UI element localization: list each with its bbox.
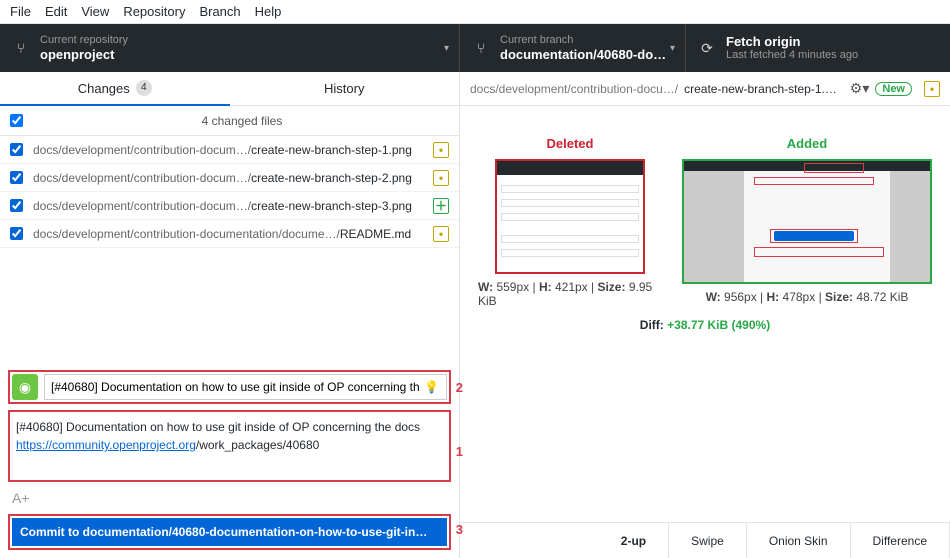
commit-description[interactable]: [#40680] Documentation on how to use git… bbox=[8, 410, 451, 482]
file-checkbox[interactable] bbox=[10, 199, 23, 212]
commit-button-wrap: Commit to documentation/40680-documentat… bbox=[8, 514, 451, 550]
menu-help[interactable]: Help bbox=[255, 4, 282, 19]
avatar: ◉ bbox=[12, 374, 38, 400]
toolbar: ⑂ Current repository openproject ▾ ⑂ Cur… bbox=[0, 24, 950, 72]
file-row[interactable]: docs/development/contribution-documentat… bbox=[0, 220, 459, 248]
annotation-2: 2 bbox=[456, 380, 463, 395]
file-path: docs/development/contribution-docum…/cre… bbox=[33, 199, 427, 213]
fetch-button[interactable]: ⟳ Fetch origin Last fetched 4 minutes ag… bbox=[686, 24, 950, 72]
menu-repository[interactable]: Repository bbox=[123, 4, 185, 19]
added-thumbnail bbox=[682, 159, 932, 284]
git-branch-icon: ⑂ bbox=[12, 40, 30, 56]
file-status-icon: • bbox=[433, 226, 449, 242]
file-checkbox[interactable] bbox=[10, 171, 23, 184]
file-path: docs/development/contribution-documentat… bbox=[33, 227, 427, 241]
desc-line-1: [#40680] Documentation on how to use git… bbox=[16, 418, 443, 436]
desc-link[interactable]: https://community.openproject.org bbox=[16, 438, 196, 452]
files-header-text: 4 changed files bbox=[35, 114, 449, 128]
deleted-label: Deleted bbox=[547, 136, 594, 151]
chevron-down-icon: ▾ bbox=[670, 43, 675, 54]
commit-summary-row: ◉ 💡 2 bbox=[8, 370, 451, 404]
tab-changes[interactable]: Changes 4 bbox=[0, 72, 230, 106]
fetch-label: Fetch origin bbox=[726, 34, 858, 50]
git-branch-icon: ⑂ bbox=[472, 40, 490, 56]
file-path: docs/development/contribution-docum…/cre… bbox=[33, 171, 427, 185]
diff-view: Deleted W: 559px | H: 421px | Size: 9.95 bbox=[460, 106, 950, 522]
files-header: 4 changed files bbox=[0, 106, 459, 136]
viewtab-difference[interactable]: Difference bbox=[851, 523, 950, 558]
left-panel: Changes 4 History 4 changed files docs/d… bbox=[0, 72, 460, 558]
breadcrumb-path: docs/development/contribution-docu…/ bbox=[470, 82, 678, 96]
menu-branch[interactable]: Branch bbox=[199, 4, 240, 19]
deleted-meta: W: 559px | H: 421px | Size: 9.95 KiB bbox=[478, 280, 662, 308]
right-panel: docs/development/contribution-docu…/ crea… bbox=[460, 72, 950, 558]
repo-value: openproject bbox=[40, 47, 128, 63]
chevron-down-icon: ▾ bbox=[444, 43, 449, 54]
annotation-1: 1 bbox=[456, 442, 463, 462]
diff-summary: Diff: +38.77 KiB (490%) bbox=[640, 318, 770, 332]
file-status-icon: ＋ bbox=[433, 198, 449, 214]
view-mode-tabs: 2-up Swipe Onion Skin Difference bbox=[460, 522, 950, 558]
file-checkbox[interactable] bbox=[10, 227, 23, 240]
added-label: Added bbox=[787, 136, 827, 151]
file-path: docs/development/contribution-docum…/cre… bbox=[33, 143, 427, 157]
repo-selector[interactable]: ⑂ Current repository openproject ▾ bbox=[0, 24, 460, 72]
viewtab-swipe[interactable]: Swipe bbox=[669, 523, 747, 558]
deleted-column: Deleted W: 559px | H: 421px | Size: 9.95 bbox=[478, 136, 662, 308]
menu-view[interactable]: View bbox=[81, 4, 109, 19]
breadcrumb: docs/development/contribution-docu…/ crea… bbox=[460, 72, 950, 106]
tab-history[interactable]: History bbox=[230, 72, 460, 106]
file-status-icon: • bbox=[433, 142, 449, 158]
breadcrumb-file: create-new-branch-step-1.… bbox=[684, 82, 837, 96]
menu-file[interactable]: File bbox=[10, 4, 31, 19]
commit-summary-input[interactable] bbox=[44, 374, 447, 400]
select-all-checkbox[interactable] bbox=[10, 114, 23, 127]
deleted-thumbnail bbox=[495, 159, 645, 274]
file-checkbox[interactable] bbox=[10, 143, 23, 156]
gear-icon[interactable]: ⚙▾ bbox=[850, 80, 870, 97]
file-status-icon: • bbox=[924, 81, 940, 97]
commit-button[interactable]: Commit to documentation/40680-documentat… bbox=[12, 518, 447, 546]
viewtab-onion[interactable]: Onion Skin bbox=[747, 523, 851, 558]
branch-label: Current branch bbox=[500, 34, 666, 47]
file-status-icon: • bbox=[433, 170, 449, 186]
file-row[interactable]: docs/development/contribution-docum…/cre… bbox=[0, 136, 459, 164]
viewtab-2up[interactable]: 2-up bbox=[599, 523, 669, 558]
branch-value: documentation/40680-do… bbox=[500, 47, 666, 63]
tab-changes-label: Changes bbox=[78, 81, 130, 96]
menu-bar: File Edit View Repository Branch Help bbox=[0, 0, 950, 24]
sync-icon: ⟳ bbox=[698, 40, 716, 57]
repo-label: Current repository bbox=[40, 34, 128, 47]
added-column: Added W: 956px | H: 478px | Size: 48.7 bbox=[682, 136, 932, 308]
file-row[interactable]: docs/development/contribution-docum…/cre… bbox=[0, 164, 459, 192]
desc-tail: /work_packages/40680 bbox=[196, 438, 319, 452]
new-badge: New bbox=[875, 82, 912, 96]
added-meta: W: 956px | H: 478px | Size: 48.72 KiB bbox=[706, 290, 909, 304]
add-coauthor[interactable]: A+ bbox=[8, 488, 451, 508]
branch-selector[interactable]: ⑂ Current branch documentation/40680-do…… bbox=[460, 24, 686, 72]
annotation-3: 3 bbox=[456, 522, 463, 537]
commit-area: ◉ 💡 2 [#40680] Documentation on how to u… bbox=[0, 362, 459, 558]
changes-count-badge: 4 bbox=[136, 80, 152, 96]
fetch-status: Last fetched 4 minutes ago bbox=[726, 49, 858, 62]
lightbulb-icon[interactable]: 💡 bbox=[424, 380, 439, 394]
file-row[interactable]: docs/development/contribution-docum…/cre… bbox=[0, 192, 459, 220]
menu-edit[interactable]: Edit bbox=[45, 4, 67, 19]
